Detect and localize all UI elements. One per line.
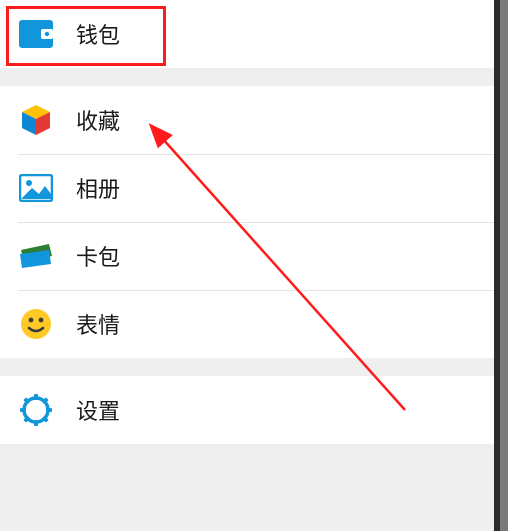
row-settings-label: 设置	[76, 394, 120, 426]
group-wallet: 钱包	[0, 0, 494, 68]
row-cards[interactable]: 卡包	[0, 222, 494, 290]
row-cards-label: 卡包	[76, 240, 120, 272]
card-pack-icon	[18, 238, 54, 274]
row-favorites[interactable]: 收藏	[0, 86, 494, 154]
section-spacer	[0, 68, 494, 86]
group-main: 收藏 相册 卡包	[0, 86, 494, 358]
row-wallet[interactable]: 钱包	[0, 0, 494, 68]
row-wallet-label: 钱包	[76, 18, 120, 50]
row-stickers-label: 表情	[76, 308, 120, 340]
section-spacer	[0, 358, 494, 376]
wallet-icon	[18, 16, 54, 52]
image-icon	[18, 170, 54, 206]
settings-menu-screen: 钱包 收藏 相册	[0, 0, 500, 531]
row-settings[interactable]: 设置	[0, 376, 494, 444]
emoji-icon	[18, 306, 54, 342]
cube-icon	[18, 102, 54, 138]
row-album-label: 相册	[76, 172, 120, 204]
row-stickers[interactable]: 表情	[0, 290, 494, 358]
row-album[interactable]: 相册	[0, 154, 494, 222]
section-spacer	[0, 444, 494, 531]
row-favorites-label: 收藏	[76, 104, 120, 136]
gear-icon	[18, 392, 54, 428]
group-settings: 设置	[0, 376, 494, 444]
